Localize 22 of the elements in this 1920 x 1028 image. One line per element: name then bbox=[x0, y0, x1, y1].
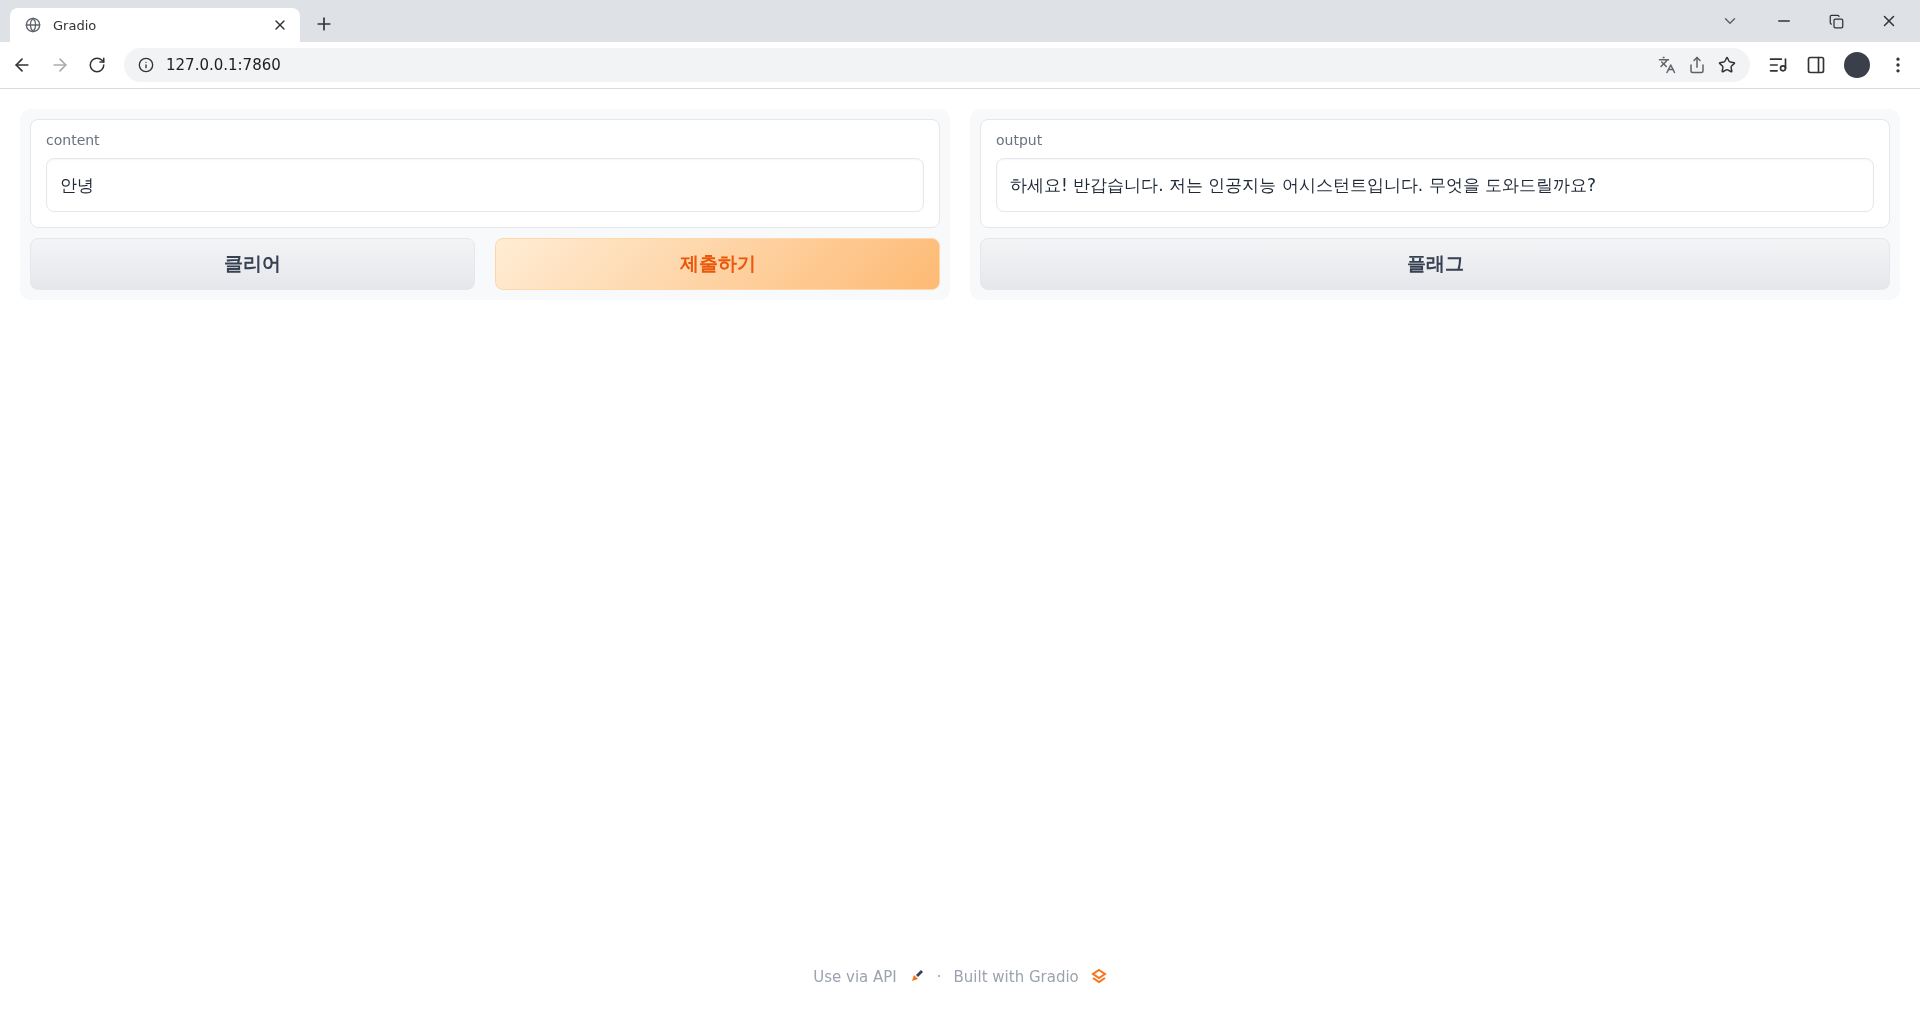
globe-icon bbox=[25, 17, 41, 33]
action-button[interactable]: 클리어 bbox=[30, 238, 475, 290]
text-field[interactable]: 안녕 bbox=[46, 158, 924, 212]
layers-icon bbox=[1090, 968, 1107, 984]
browser-tab[interactable]: Gradio bbox=[10, 8, 300, 42]
translate-icon[interactable] bbox=[1658, 56, 1676, 74]
share-icon[interactable] bbox=[1688, 56, 1706, 74]
info-icon[interactable] bbox=[138, 57, 154, 73]
playlist-icon[interactable] bbox=[1768, 55, 1788, 75]
field-label: content bbox=[46, 132, 101, 148]
address-bar[interactable]: 127.0.0.1:7860 bbox=[124, 48, 1750, 82]
text-field[interactable]: 하세요! 반갑습니다. 저는 인공지능 어시스턴트입니다. 무엇을 도와드릴까요? bbox=[996, 158, 1874, 212]
profile-avatar[interactable] bbox=[1844, 52, 1870, 78]
tab-title: Gradio bbox=[53, 17, 98, 33]
restore-icon[interactable] bbox=[1829, 13, 1844, 29]
star-icon[interactable] bbox=[1718, 56, 1736, 74]
url-text: 127.0.0.1:7860 bbox=[166, 56, 282, 74]
action-button[interactable]: 플래그 bbox=[980, 238, 1890, 290]
side-panel-icon[interactable] bbox=[1806, 55, 1826, 75]
separator-dot: · bbox=[936, 968, 942, 986]
field-label: output bbox=[996, 132, 1044, 148]
reload-icon[interactable] bbox=[88, 56, 106, 74]
